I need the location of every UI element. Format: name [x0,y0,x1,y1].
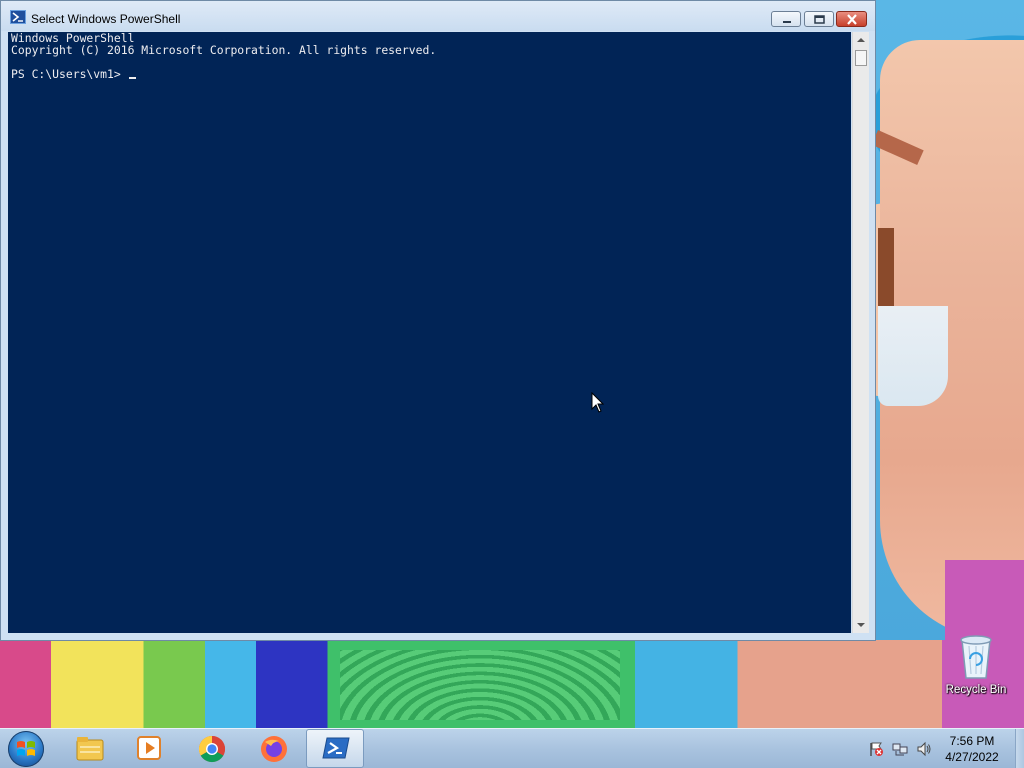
restore-button[interactable] [804,11,834,27]
action-center-flag-icon[interactable] [868,741,884,757]
restore-icon [814,15,825,24]
powershell-window[interactable]: Select Windows PowerShell Windows PowerS… [0,0,876,641]
media-player-icon [137,736,161,760]
chrome-icon [198,735,226,763]
taskbar-powershell[interactable] [306,729,364,768]
wallpaper-tear [878,306,948,406]
clock-date: 4/27/2022 [945,750,999,764]
scrollbar-thumb[interactable] [855,50,867,66]
mouse-pointer-icon [591,392,605,413]
network-icon[interactable] [892,741,908,757]
console-prompt[interactable]: PS C:\Users\vm1> [11,68,136,80]
taskbar-file-explorer[interactable] [60,729,118,768]
prompt-text: PS C:\Users\vm1> [11,67,128,81]
recycle-bin-label: Recycle Bin [945,684,1007,696]
scroll-down-arrow-icon[interactable] [853,617,869,633]
vertical-scrollbar[interactable] [852,32,869,633]
minimize-button[interactable] [771,11,801,27]
recycle-bin-icon [960,635,992,679]
console-line: Copyright (C) 2016 Microsoft Corporation… [11,43,437,57]
console-output[interactable]: Windows PowerShell Copyright (C) 2016 Mi… [8,32,851,633]
windows-start-icon [17,741,35,756]
minimize-icon [783,21,791,23]
window-title: Select Windows PowerShell [31,12,181,26]
close-button[interactable] [836,11,867,27]
clock-time: 7:56 PM [949,734,995,748]
window-titlebar[interactable]: Select Windows PowerShell [1,1,875,31]
desktop-icon-recycle-bin[interactable]: Recycle Bin [940,630,1012,702]
taskbar: 7:56 PM 4/27/2022 [0,728,1024,768]
taskbar-chrome[interactable] [182,729,240,768]
taskbar-firefox[interactable] [244,729,302,768]
text-cursor [128,77,136,79]
start-button[interactable] [8,731,44,767]
file-explorer-icon [76,737,104,761]
powershell-title-icon[interactable] [10,10,26,24]
taskbar-clock[interactable]: 7:56 PM 4/27/2022 [930,733,1014,765]
powershell-icon [322,737,350,759]
show-desktop-button[interactable] [1015,729,1024,768]
scroll-up-arrow-icon[interactable] [853,32,869,48]
close-icon [847,14,857,25]
firefox-icon [261,736,287,762]
wallpaper-bottom-strip [0,640,1024,728]
taskbar-media-player[interactable] [120,729,178,768]
wallpaper-eye [878,228,894,306]
